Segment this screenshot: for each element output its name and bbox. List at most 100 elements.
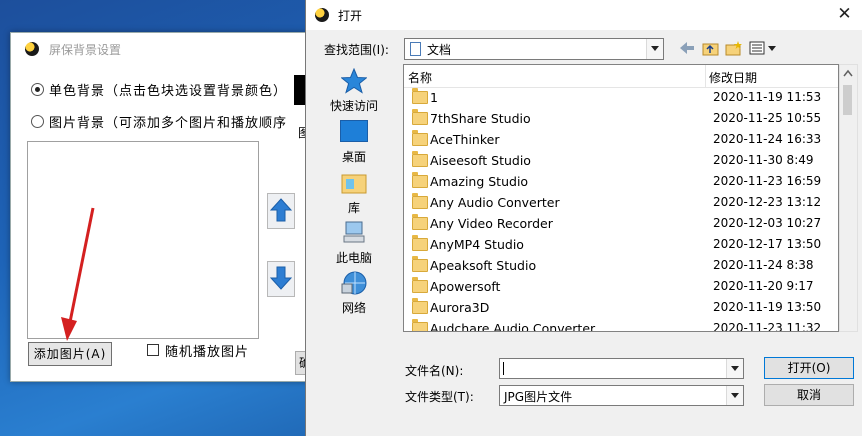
file-name: Aurora3D (430, 300, 490, 315)
network-icon (341, 270, 367, 296)
folder-icon (412, 214, 428, 230)
file-date: 2020-11-24 16:33 (713, 132, 822, 146)
column-header-date[interactable]: 修改日期 (709, 69, 757, 86)
file-row[interactable]: Apeaksoft Studio 2020-11-24 8:38 (404, 255, 838, 276)
folder-icon (412, 277, 428, 293)
lookin-value: 文档 (427, 43, 452, 57)
filetype-label: 文件类型(T): (405, 390, 474, 404)
file-date: 2020-11-25 10:55 (713, 111, 822, 125)
back-arrow-icon (680, 42, 694, 54)
cancel-button-label: 取消 (796, 388, 821, 402)
place-library[interactable]: 库 (319, 170, 389, 216)
file-name: AnyMP4 Studio (430, 237, 524, 252)
open-file-dialog: 打开 ✕ 查找范围(I): 文档 快速访问 桌面 库 此电脑 网络 名称 修改日… (305, 0, 862, 436)
document-icon (410, 42, 421, 56)
file-date: 2020-11-23 11:32 (713, 321, 822, 332)
scrollbar-thumb[interactable] (843, 85, 852, 115)
chevron-down-icon (726, 386, 743, 405)
place-network[interactable]: 网络 (319, 270, 389, 316)
desktop-icon (340, 120, 368, 142)
lookin-combo[interactable]: 文档 (404, 38, 664, 60)
file-row[interactable]: Aiseesoft Studio 2020-11-30 8:49 (404, 150, 838, 171)
file-date: 2020-11-19 13:50 (713, 300, 822, 314)
column-separator[interactable] (705, 65, 706, 87)
up-folder-button[interactable] (702, 40, 720, 56)
file-row[interactable]: 1 2020-11-19 11:53 (404, 87, 838, 108)
random-play-checkbox[interactable] (147, 344, 159, 356)
view-menu-button[interactable] (749, 40, 779, 56)
add-image-label: 添加图片(A) (33, 347, 107, 361)
file-date: 2020-11-23 16:59 (713, 174, 822, 188)
file-date: 2020-12-03 10:27 (713, 216, 822, 230)
app-icon (315, 8, 329, 22)
file-row[interactable]: Any Audio Converter 2020-12-23 13:12 (404, 192, 838, 213)
open-dialog-titlebar: 打开 ✕ (306, 0, 862, 30)
new-folder-button[interactable] (725, 40, 743, 56)
chevron-down-icon[interactable] (726, 359, 743, 378)
folder-icon (412, 109, 428, 125)
folder-icon (412, 88, 428, 104)
computer-icon (341, 220, 367, 246)
file-row[interactable]: Amazing Studio 2020-11-23 16:59 (404, 171, 838, 192)
lookin-label: 查找范围(I): (324, 43, 389, 57)
file-date: 2020-11-20 9:17 (713, 279, 814, 293)
back-button[interactable] (678, 40, 696, 56)
file-date: 2020-11-24 8:38 (713, 258, 814, 272)
file-name: Apeaksoft Studio (430, 258, 537, 273)
file-name: Amazing Studio (430, 174, 529, 189)
folder-icon (412, 130, 428, 146)
filename-label: 文件名(N): (405, 364, 464, 378)
file-date: 2020-12-23 13:12 (713, 195, 822, 209)
arrow-down-icon (270, 266, 292, 290)
open-button[interactable]: 打开(O) (764, 357, 854, 379)
new-folder-icon (725, 41, 742, 56)
file-name: AceThinker (430, 132, 500, 147)
file-name: 7thShare Studio (430, 111, 531, 126)
random-play-label: 随机播放图片 (165, 345, 250, 360)
file-row[interactable]: 7thShare Studio 2020-11-25 10:55 (404, 108, 838, 129)
view-menu-icon (749, 41, 776, 55)
text-cursor (503, 362, 504, 375)
filetype-select[interactable]: JPG图片文件 (499, 385, 744, 406)
vertical-scrollbar[interactable] (839, 64, 858, 332)
place-label: 库 (347, 201, 360, 215)
file-list-header: 名称 修改日期 (404, 65, 838, 88)
column-header-name[interactable]: 名称 (408, 69, 432, 86)
image-bg-radio[interactable] (31, 115, 44, 128)
file-row[interactable]: AnyMP4 Studio 2020-12-17 13:50 (404, 234, 838, 255)
solid-bg-label: 单色背景（点击色块选设置背景颜色） (49, 84, 288, 99)
open-button-label: 打开(O) (787, 361, 831, 375)
file-list[interactable]: 名称 修改日期 1 2020-11-19 11:53 7thShare Studio… (403, 64, 839, 332)
close-button[interactable]: ✕ (826, 0, 862, 30)
file-name: 1 (430, 90, 438, 105)
annotation-arrow (61, 207, 95, 341)
folder-icon (412, 319, 428, 331)
file-row[interactable]: Audchare Audio Converter 2020-11-23 11:32 (404, 318, 838, 332)
file-row[interactable]: Apowersoft 2020-11-20 9:17 (404, 276, 838, 297)
place-label: 桌面 (341, 150, 366, 164)
place-desktop[interactable]: 桌面 (319, 120, 389, 165)
folder-icon (412, 235, 428, 251)
solid-bg-radio[interactable] (31, 83, 44, 96)
file-row[interactable]: Aurora3D 2020-11-19 13:50 (404, 297, 838, 318)
open-dialog-title: 打开 (338, 9, 363, 23)
place-label: 此电脑 (335, 251, 372, 265)
move-down-button[interactable] (267, 261, 295, 297)
place-label: 快速访问 (329, 99, 378, 113)
place-label: 网络 (341, 301, 366, 315)
bg-dialog-titlebar: 屏保背景设置 (11, 33, 311, 65)
filename-input[interactable] (499, 358, 744, 379)
file-row[interactable]: AceThinker 2020-11-24 16:33 (404, 129, 838, 150)
place-quick-access[interactable]: 快速访问 (319, 67, 389, 114)
folder-icon (412, 256, 428, 272)
arrow-up-icon (270, 198, 292, 222)
file-row[interactable]: Any Video Recorder 2020-12-03 10:27 (404, 213, 838, 234)
cancel-button[interactable]: 取消 (764, 384, 854, 406)
add-image-button[interactable]: 添加图片(A) (28, 342, 112, 366)
file-date: 2020-11-19 11:53 (713, 90, 822, 104)
move-up-button[interactable] (267, 193, 295, 229)
scroll-up-icon[interactable] (843, 69, 853, 77)
folder-icon (412, 193, 428, 209)
place-this-pc[interactable]: 此电脑 (319, 220, 389, 266)
file-name: Any Audio Converter (430, 195, 560, 210)
